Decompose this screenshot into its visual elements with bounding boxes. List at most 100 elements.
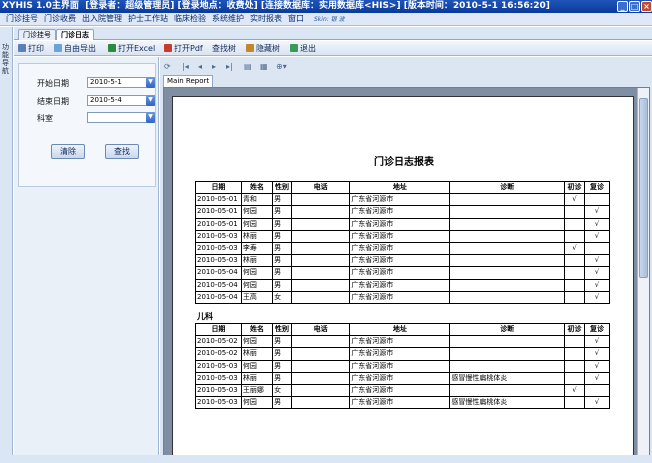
start-date-picker[interactable]: 2010-5-1 ▼	[87, 77, 155, 88]
open-pdf-label: 打开Pdf	[174, 44, 203, 53]
first-page-icon[interactable]: |◂	[182, 61, 189, 73]
menu-item[interactable]: 出入院管理	[82, 13, 122, 25]
table-cell: 男	[272, 217, 292, 231]
table-cell	[564, 359, 585, 373]
table-cell: 2010-05-03	[195, 254, 242, 268]
table-cell: 广东省河源市	[349, 241, 451, 256]
table-cell	[449, 290, 566, 304]
printer-icon	[18, 44, 26, 52]
nav-strip[interactable]: 功能导航	[0, 27, 13, 463]
table-cell	[449, 254, 566, 268]
table-cell: 2010-05-01	[195, 217, 242, 231]
table-cell: 2010-05-03	[195, 359, 242, 373]
scrollbar-thumb[interactable]	[639, 98, 648, 278]
last-page-icon[interactable]: ▸|	[226, 61, 233, 73]
report-pane: ⟳ |◂ ◂ ▸ ▸| ▤ ▦ ⊕▾ Main Report 门诊日志报表 日期…	[160, 57, 652, 463]
excel-icon	[108, 44, 116, 52]
table-cell: 广东省河源市	[349, 347, 451, 361]
menu-item[interactable]: 系统维护	[212, 13, 244, 25]
table-cell: 青和	[240, 193, 274, 207]
print-button[interactable]: 打印	[18, 43, 44, 54]
menu-item[interactable]: 窗口	[288, 13, 304, 25]
menu-item[interactable]: 临床检验	[174, 13, 206, 25]
table-cell	[449, 347, 566, 361]
close-button[interactable]: ×	[641, 1, 652, 12]
table-cell	[583, 241, 611, 256]
table-cell: 2010-05-03	[195, 229, 242, 243]
table-cell	[290, 278, 351, 292]
dropdown-arrow-icon[interactable]: ▼	[146, 112, 155, 123]
table-cell: 男	[272, 347, 292, 361]
search-button[interactable]: 查找	[105, 144, 139, 159]
exit-icon	[290, 44, 298, 52]
table-cell: 男	[272, 335, 292, 349]
end-date-label: 结束日期	[37, 97, 69, 106]
table-cell: 感冒慢性扁桃体炎	[449, 371, 566, 385]
end-date-picker[interactable]: 2010-5-4 ▼	[87, 95, 155, 106]
dropdown-arrow-icon[interactable]: ▼	[146, 95, 155, 106]
filter-form: 开始日期 2010-5-1 ▼ 结束日期 2010-5-4 ▼ 科室 ▼ 清除 查找	[18, 63, 156, 187]
toolbar: 打印 自由导出 打开Excel 打开Pdf 查找树 隐藏树 退出	[14, 41, 652, 56]
open-excel-button[interactable]: 打开Excel	[108, 43, 155, 54]
next-page-icon[interactable]: ▸	[212, 61, 216, 73]
column-header: 电话	[290, 322, 351, 337]
prev-page-icon[interactable]: ◂	[198, 61, 202, 73]
hide-tree-button[interactable]: 隐藏树	[246, 43, 280, 54]
table-cell: 女	[272, 383, 292, 398]
refresh-icon[interactable]: ⟳	[164, 61, 171, 73]
column-header: 姓名	[240, 180, 274, 195]
table-cell: √	[583, 396, 611, 410]
document-tabs: 门诊挂号 门诊日志	[14, 27, 652, 40]
menu-item[interactable]: 实时报表	[250, 13, 282, 25]
menu-item[interactable]: 门诊挂号	[6, 13, 38, 25]
dropdown-arrow-icon[interactable]: ▼	[146, 77, 155, 88]
table-cell	[449, 241, 566, 256]
zoom-icon[interactable]: ⊕▾	[276, 61, 287, 73]
table-cell: √	[583, 229, 611, 243]
find-tree-button[interactable]: 查找树	[212, 43, 236, 54]
table-row: 2010-05-02 何园男 广东省河源市 √	[195, 335, 611, 349]
table-cell: √	[583, 254, 611, 268]
table-cell	[449, 335, 566, 349]
vertical-scrollbar[interactable]	[637, 88, 649, 462]
menu-item[interactable]: 护士工作站	[128, 13, 168, 25]
table-row: 2010-05-01 何园男 广东省河源市 √	[195, 217, 611, 231]
table-cell: 2010-05-03	[195, 371, 242, 385]
skin-label: Skin: 银 波	[314, 16, 345, 23]
column-header: 复诊	[583, 322, 611, 337]
table-cell: 广东省河源市	[349, 278, 451, 292]
table-cell	[449, 193, 566, 207]
title-bar: XYHIS 1.0主界面 [登录者：超级管理员] [登录地点：收费处] [连接数…	[0, 0, 652, 13]
table-cell	[564, 290, 585, 304]
table-cell	[449, 278, 566, 292]
table-row: 2010-05-01 何园男 广东省河源市 √	[195, 205, 611, 219]
table-cell: 2010-05-03	[195, 241, 242, 256]
main-report-tab[interactable]: Main Report	[163, 75, 214, 87]
maximize-button[interactable]: □	[629, 1, 640, 12]
table-row: 2010-05-04 何园男 广东省河源市 √	[195, 278, 611, 292]
export-button[interactable]: 自由导出	[54, 43, 96, 54]
open-pdf-button[interactable]: 打开Pdf	[164, 43, 203, 54]
export-icon[interactable]: ▦	[260, 61, 268, 73]
tab-registration[interactable]: 门诊挂号	[18, 29, 56, 40]
column-header: 性别	[272, 322, 292, 337]
table-cell	[449, 217, 566, 231]
table-cell	[564, 229, 585, 243]
print-icon[interactable]: ▤	[244, 61, 252, 73]
table-cell	[564, 371, 585, 385]
menu-item[interactable]: 门诊收费	[44, 13, 76, 25]
department-select[interactable]: ▼	[87, 112, 155, 123]
clear-button[interactable]: 清除	[51, 144, 85, 159]
tab-outpatient-log[interactable]: 门诊日志	[56, 29, 94, 40]
column-header: 复诊	[583, 180, 611, 195]
table-cell: 2010-05-04	[195, 278, 242, 292]
table-cell	[290, 290, 351, 304]
end-date-value: 2010-5-4	[90, 96, 122, 104]
table-cell: 广东省河源市	[349, 359, 451, 373]
table-cell: 2010-05-04	[195, 266, 242, 280]
exit-button[interactable]: 退出	[290, 43, 316, 54]
minimize-button[interactable]: _	[617, 1, 628, 12]
department-label: 科室	[37, 114, 53, 123]
table-cell	[290, 335, 351, 349]
app-title: XYHIS 1.0主界面	[2, 1, 79, 11]
